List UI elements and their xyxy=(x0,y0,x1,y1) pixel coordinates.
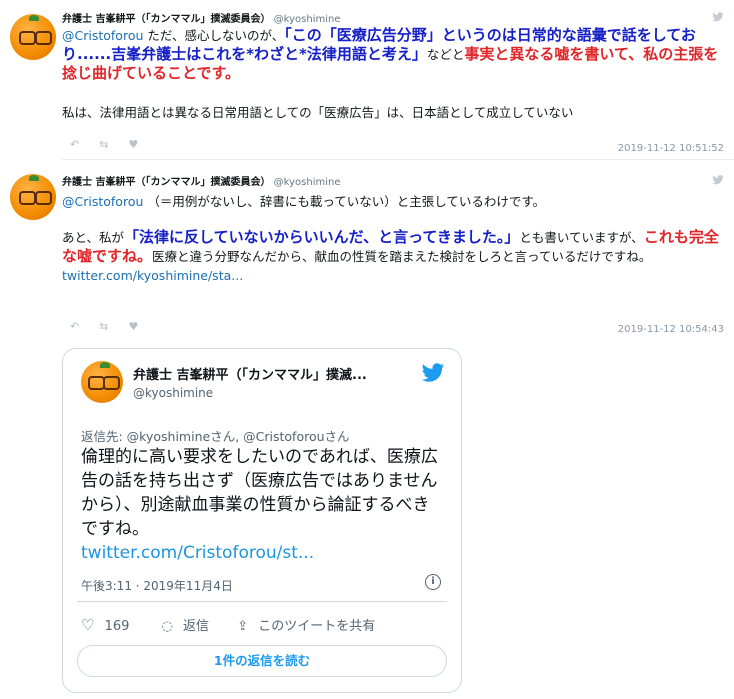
avatar[interactable] xyxy=(81,361,123,403)
timestamp[interactable]: 2019-11-12 10:51:52 xyxy=(618,143,724,154)
embedded-tweet-card[interactable]: 弁護士 吉峯耕平（「カンママル」撲滅... @kyoshimine 返信先: @… xyxy=(62,348,462,693)
like-count[interactable]: 169 xyxy=(105,619,130,634)
tweet-1: 弁護士 吉峯耕平（「カンママル」撲滅委員会） @kyoshimine @Cris… xyxy=(0,0,734,160)
reply-icon[interactable]: ◌ xyxy=(162,619,173,634)
heart-icon[interactable]: ♡ xyxy=(81,616,94,634)
like-icon[interactable]: ♥ xyxy=(128,138,158,151)
display-name[interactable]: 弁護士 吉峯耕平（「カンママル」撲滅... xyxy=(133,364,367,383)
handle[interactable]: @kyoshimine xyxy=(133,386,213,400)
share-button[interactable]: このツイートを共有 xyxy=(258,619,375,634)
info-icon[interactable]: i xyxy=(425,574,441,590)
tweet-actions: ↶⇆♥ xyxy=(70,320,158,333)
display-name[interactable]: 弁護士 吉峯耕平（「カンママル」撲滅委員会） xyxy=(62,177,270,188)
paragraph: 私は、法律用語とは異なる日常用語としての「医療広告」は、日本語として成立していな… xyxy=(62,105,574,120)
text-segment: などと xyxy=(426,47,465,62)
retweet-icon[interactable]: ⇆ xyxy=(99,138,128,151)
text-segment: あと、私が xyxy=(62,230,125,245)
reply-button[interactable]: 返信 xyxy=(183,619,209,634)
mention-link[interactable]: @Cristoforou xyxy=(62,194,143,209)
emphasis-blue: 「法律に反していないからいいんだ、と言ってきました。」 xyxy=(124,228,520,246)
tweet-text: @Cristoforou ただ、感心しないのが、「この「医療広告分野」というのは… xyxy=(62,26,724,122)
mention-link[interactable]: @Cristoforou xyxy=(62,28,143,43)
reply-to-label: 返信先: @kyoshimineさん, @Cristoforouさん xyxy=(81,429,350,444)
timestamp[interactable]: 2019-11-12 10:54:43 xyxy=(618,324,724,335)
tweet-header: 弁護士 吉峯耕平（「カンママル」撲滅委員会） @kyoshimine xyxy=(62,10,340,25)
post-date[interactable]: 午後3:11 · 2019年11月4日 xyxy=(81,577,233,594)
divider xyxy=(77,601,447,602)
handle[interactable]: @kyoshimine xyxy=(274,14,341,25)
tweet-text: @Cristoforou （＝用例がないし、辞書にも載っていない）と主張している… xyxy=(62,192,724,285)
tweet-header: 弁護士 吉峯耕平（「カンママル」撲滅委員会） @kyoshimine xyxy=(62,173,340,188)
reply-icon[interactable]: ↶ xyxy=(70,138,99,151)
twitter-bird-icon[interactable] xyxy=(712,12,724,22)
avatar[interactable] xyxy=(10,14,56,60)
text-segment: 医療と違う分野なんだから、献血の性質を踏まえた検討をしろと言っているだけですね。 xyxy=(152,249,652,264)
display-name[interactable]: 弁護士 吉峯耕平（「カンママル」撲滅委員会） xyxy=(62,14,270,25)
avatar[interactable] xyxy=(10,174,56,220)
reply-icon[interactable]: ↶ xyxy=(70,320,99,333)
twitter-logo-icon[interactable] xyxy=(421,363,445,383)
like-icon[interactable]: ♥ xyxy=(128,320,158,333)
embed-actions: ♡ 169 ◌ 返信 ⇪ このツイートを共有 xyxy=(81,615,381,634)
handle[interactable]: @kyoshimine xyxy=(274,177,341,188)
read-replies-button[interactable]: 1件の返信を読む xyxy=(77,645,447,677)
share-icon[interactable]: ⇪ xyxy=(237,619,248,634)
twitter-bird-icon[interactable] xyxy=(712,175,724,185)
embedded-tweet-text: 倫理的に高い要求をしたいのであれば、医療広告の話を持ち出さず（医療広告ではありま… xyxy=(81,445,446,565)
text-segment: 倫理的に高い要求をしたいのであれば、医療広告の話を持ち出さず（医療広告ではありま… xyxy=(81,447,438,539)
text-segment: （＝用例がないし、辞書にも載っていない）と主張しているわけです。 xyxy=(143,194,546,209)
text-segment: ただ、感心しないのが、 xyxy=(143,28,285,43)
tweet-2: 弁護士 吉峯耕平（「カンママル」撲滅委員会） @kyoshimine @Cris… xyxy=(0,160,734,348)
text-segment: とも書いていますが、 xyxy=(519,230,644,245)
tweet-link[interactable]: twitter.com/kyoshimine/sta... xyxy=(62,266,724,285)
embedded-link[interactable]: twitter.com/Cristoforou/st... xyxy=(81,543,314,563)
tweet-actions: ↶⇆♥ xyxy=(70,138,158,151)
retweet-icon[interactable]: ⇆ xyxy=(99,320,128,333)
